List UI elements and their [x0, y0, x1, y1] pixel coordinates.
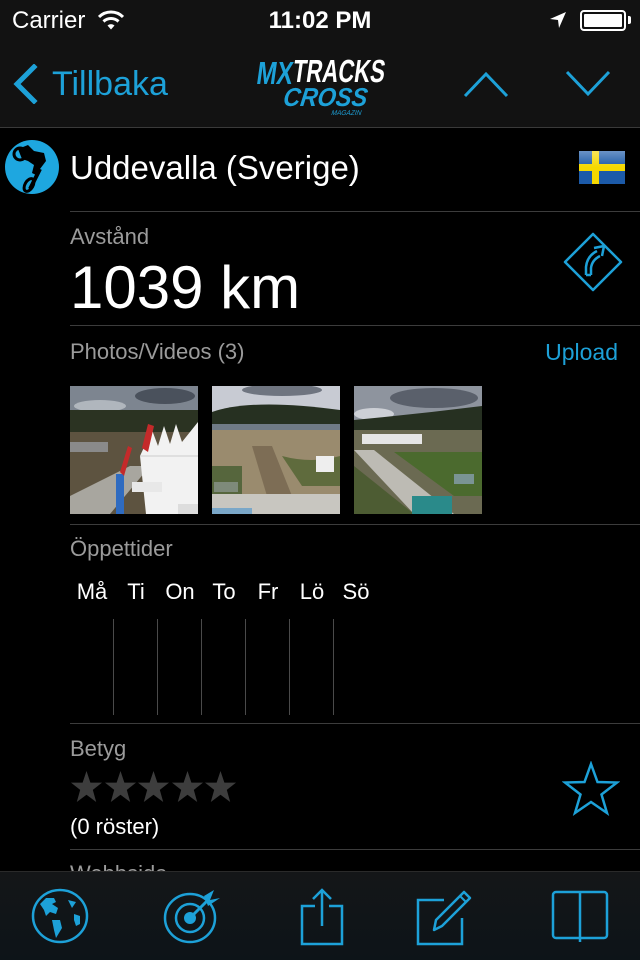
track-detail-content[interactable]: Uddevalla (Sverige) Avstånd 1039 km Phot…	[0, 129, 640, 871]
day-column-divider	[333, 619, 334, 715]
upload-button[interactable]: Upload	[545, 339, 618, 366]
back-label: Tillbaka	[52, 64, 168, 103]
separator	[70, 849, 640, 850]
tab-guide[interactable]	[550, 886, 610, 946]
star-empty-icon[interactable]	[204, 770, 237, 803]
day-label: Lö	[299, 579, 325, 604]
photos-videos-label: Photos/Videos (3)	[70, 339, 245, 364]
photo-thumbnail[interactable]	[70, 386, 198, 514]
day-label: Fr	[257, 579, 279, 604]
share-icon	[300, 888, 344, 946]
day-column-divider	[289, 619, 290, 715]
day-label: To	[212, 579, 236, 604]
separator	[70, 723, 640, 724]
chevron-left-icon	[13, 64, 38, 104]
separator	[70, 325, 640, 326]
day-label: Sö	[342, 579, 370, 604]
sweden-flag-icon	[579, 151, 625, 184]
battery-icon	[580, 10, 626, 31]
day-column-divider	[157, 619, 158, 715]
star-outline-icon[interactable]	[562, 761, 620, 817]
edit-icon	[416, 890, 472, 946]
day-label: On	[165, 579, 195, 604]
status-bar: Carrier 11:02 PM	[0, 0, 640, 40]
logo-magazin: MAGAZIN	[331, 110, 363, 116]
logo-cross: CROSS	[282, 82, 371, 112]
directions-icon[interactable]	[560, 229, 626, 295]
separator	[70, 211, 640, 212]
chevron-up-icon[interactable]	[462, 66, 510, 102]
bottom-toolbar	[0, 871, 640, 960]
star-empty-icon[interactable]	[104, 770, 137, 803]
tab-map[interactable]	[30, 886, 90, 946]
photo-thumbnail[interactable]	[354, 386, 482, 514]
distance-label: Avstånd	[70, 224, 150, 249]
star-rating[interactable]	[70, 770, 238, 803]
navigation-bar: Tillbaka MX TRACKS CROSS MAGAZIN	[0, 40, 640, 128]
book-icon	[551, 890, 609, 942]
tab-edit[interactable]	[414, 886, 474, 946]
tab-share[interactable]	[292, 886, 352, 946]
battery-fill	[584, 14, 622, 27]
chevron-down-icon[interactable]	[564, 66, 612, 102]
motocross-rider-icon	[5, 140, 59, 194]
globe-icon	[31, 888, 89, 944]
day-label: Ti	[127, 579, 145, 604]
photo-image	[354, 386, 482, 514]
tab-nearby[interactable]	[162, 886, 222, 946]
distance-value: 1039 km	[70, 254, 301, 321]
mxtracks-logo: MX TRACKS CROSS MAGAZIN	[255, 53, 388, 116]
clock: 11:02 PM	[268, 7, 372, 34]
day-column-divider	[245, 619, 246, 715]
website-label: Webbsida	[70, 861, 167, 871]
separator	[70, 524, 640, 525]
day-column-divider	[201, 619, 202, 715]
photo-thumbnail[interactable]	[212, 386, 340, 514]
track-header: Uddevalla (Sverige)	[0, 129, 640, 211]
track-title: Uddevalla (Sverige)	[70, 149, 360, 186]
weekday-header: Må Ti On To Fr Lö Sö	[70, 579, 390, 613]
target-icon	[163, 890, 220, 944]
battery-tip	[628, 16, 631, 24]
day-column-divider	[113, 619, 114, 715]
votes-count: (0 röster)	[70, 814, 160, 839]
opening-hours-label: Öppettider	[70, 536, 173, 561]
photo-image	[70, 386, 198, 514]
star-empty-icon[interactable]	[171, 770, 204, 803]
back-button[interactable]: Tillbaka	[12, 62, 168, 106]
photo-image	[212, 386, 340, 514]
star-empty-icon[interactable]	[137, 770, 170, 803]
star-empty-icon[interactable]	[70, 770, 103, 803]
day-label: Må	[76, 579, 108, 604]
location-arrow-icon	[550, 12, 566, 28]
rating-label: Betyg	[70, 736, 127, 761]
